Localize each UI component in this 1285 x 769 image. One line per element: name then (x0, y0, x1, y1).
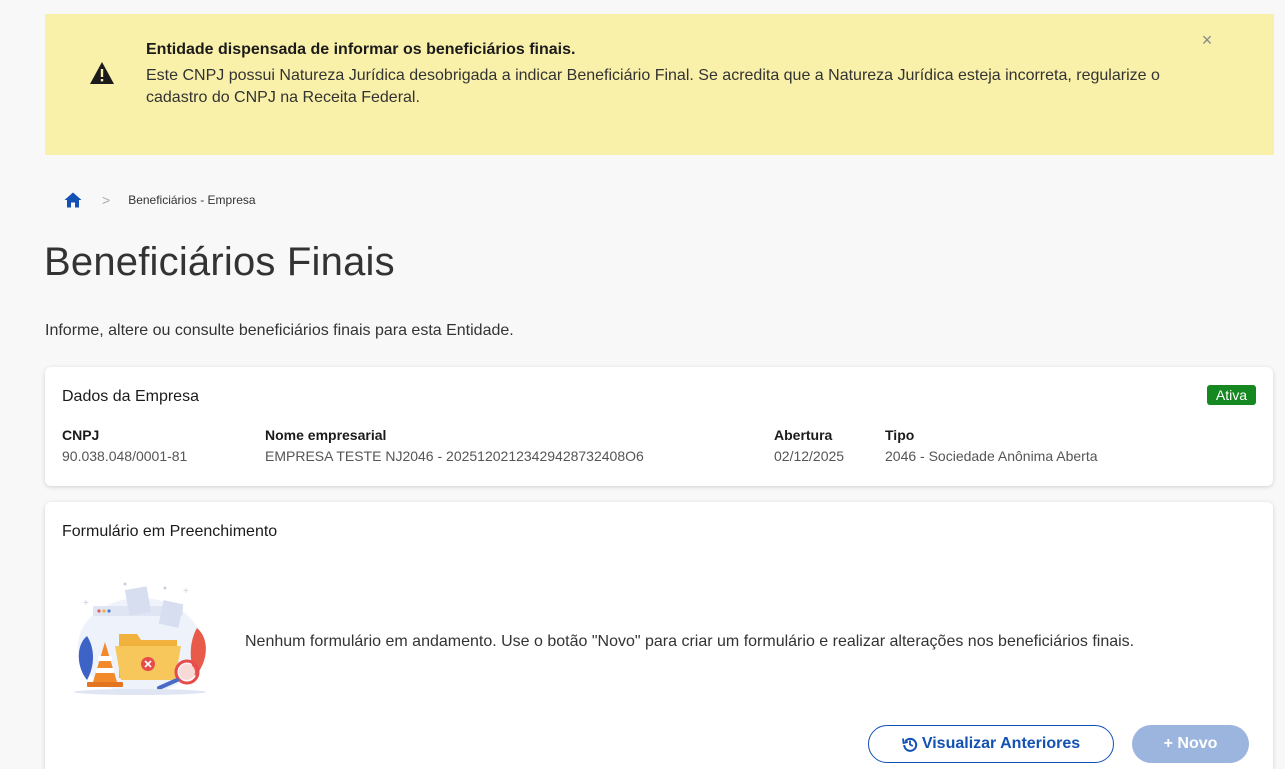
field-value: 2046 - Sociedade Anônima Aberta (885, 448, 1098, 464)
svg-text:+: + (83, 598, 89, 609)
page-title: Beneficiários Finais (44, 240, 395, 284)
field-abertura: Abertura 02/12/2025 (774, 427, 844, 464)
new-button[interactable]: + Novo (1132, 725, 1249, 763)
breadcrumb-current: Beneficiários - Empresa (128, 193, 256, 207)
home-icon[interactable] (64, 192, 82, 208)
alert-title: Entidade dispensada de informar os benef… (146, 41, 576, 58)
empty-folder-illustration: + + (74, 582, 206, 695)
form-card: Formulário em Preenchimento + + Nenhum f… (45, 502, 1273, 769)
field-value: 02/12/2025 (774, 448, 845, 464)
page: Entidade dispensada de informar os benef… (0, 0, 1285, 769)
page-subtitle: Informe, altere ou consulte beneficiário… (45, 322, 514, 339)
history-icon (901, 737, 918, 752)
field-tipo: Tipo 2046 - Sociedade Anônima Aberta (885, 427, 1098, 464)
form-card-title: Formulário em Preenchimento (62, 523, 278, 540)
field-value: EMPRESA TESTE NJ2046 - 20251202123429428… (265, 448, 644, 464)
breadcrumb: > Beneficiários - Empresa (64, 190, 256, 210)
view-previous-button[interactable]: Visualizar Anteriores (868, 725, 1114, 763)
alert-message: Este CNPJ possui Natureza Jurídica desob… (146, 67, 1160, 106)
chevron-right-icon: > (102, 192, 111, 208)
company-card-title: Dados da Empresa (62, 388, 199, 405)
warning-alert: Entidade dispensada de informar os benef… (45, 14, 1274, 155)
field-value: 90.038.048/0001-81 (62, 448, 188, 464)
empty-state-message: Nenhum formulário em andamento. Use o bo… (245, 633, 1135, 650)
company-card: Dados da Empresa Ativa CNPJ 90.038.048/0… (45, 367, 1273, 486)
field-label: CNPJ (62, 427, 100, 443)
warning-icon (90, 62, 114, 84)
status-badge: Ativa (1206, 385, 1256, 405)
field-cnpj: CNPJ 90.038.048/0001-81 (62, 427, 187, 464)
svg-text:+: + (183, 586, 189, 597)
field-label: Nome empresarial (265, 427, 387, 443)
field-label: Abertura (774, 427, 833, 443)
field-nome-empresarial: Nome empresarial EMPRESA TESTE NJ2046 - … (265, 427, 644, 464)
close-icon[interactable]: × (1197, 30, 1217, 50)
new-button-label: + Novo (1163, 735, 1218, 752)
view-previous-label: Visualizar Anteriores (921, 735, 1081, 752)
field-label: Tipo (885, 427, 915, 443)
